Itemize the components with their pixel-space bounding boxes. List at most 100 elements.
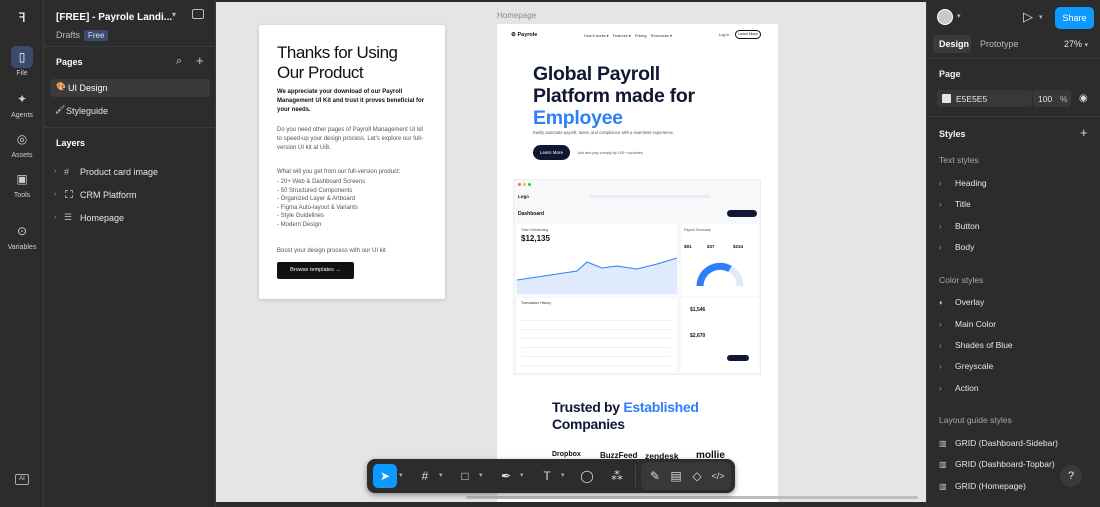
color-style-item[interactable]: › Main Color [939,316,996,332]
page-opacity-value: 100 [1038,94,1053,104]
chevron-down-icon[interactable]: ▾ [1039,13,1043,21]
help-button[interactable]: ? [1060,465,1082,487]
color-style-item[interactable]: ◐ Overlay [939,294,984,310]
sidebar-toggle-icon[interactable] [192,9,204,19]
avatar[interactable] [937,9,953,25]
chevron-right-icon: › [939,222,942,231]
list-item: - Figma Auto-layout & Variants [277,204,358,211]
actions-icon[interactable]: ⁂ [605,464,629,488]
chevron-down-icon[interactable]: ▾ [520,464,528,488]
text-style-label: Body [955,242,975,252]
login-link[interactable]: Log in [719,33,729,37]
share-button[interactable]: Share [1055,7,1094,29]
pen-tool-icon[interactable]: ✒ [494,464,518,488]
chevron-right-icon[interactable]: › [54,214,56,221]
color-style-label: Shades of Blue [955,340,1013,350]
chevron-down-icon[interactable]: ▾ [172,10,176,19]
search-icon[interactable]: ⌕ [176,55,182,68]
thanks-card[interactable]: Thanks for Using Our Product We apprecia… [259,25,445,299]
layout-style-item[interactable]: ▥ GRID (Dashboard-Sidebar) [939,435,1058,451]
file-icon: ▯ [11,46,33,68]
chevron-down-icon[interactable]: ▾ [479,464,487,488]
text-style-item[interactable]: › Heading [939,175,987,191]
rail-agents[interactable]: ✦ Agents [4,88,40,119]
eye-icon[interactable]: ◉ [1079,93,1088,104]
chevron-down-icon[interactable]: ▾ [399,464,407,488]
area-chart [517,257,677,294]
hero-cta-button[interactable]: Learn More [533,145,570,160]
drafts-link[interactable]: Drafts [56,26,80,44]
frame-tool-icon[interactable]: # [413,464,437,488]
text-style-item[interactable]: › Body [939,239,974,255]
layout-style-item[interactable]: ▥ GRID (Homepage) [939,478,1026,494]
rectangle-tool-icon[interactable]: □ [453,464,477,488]
color-styles-title: Color styles [939,275,984,285]
page-color-hex[interactable]: E5E5E5 [956,91,987,107]
text-style-item[interactable]: › Title [939,196,971,212]
page-item-styleguide[interactable]: Styleguide [66,102,108,120]
layer-item[interactable]: CRM Platform [80,186,137,204]
add-style-icon[interactable]: + [1080,125,1088,140]
play-icon[interactable]: ▷ [1023,9,1033,25]
text-tool-icon[interactable]: T [535,464,559,488]
add-page-icon[interactable]: + [196,53,204,68]
chevron-right-icon[interactable]: › [54,191,56,198]
color-style-item[interactable]: › Action [939,380,979,396]
feature-list: - 20+ Web & Dashboard Screens - 50 Struc… [277,178,365,229]
amount: $91 [684,244,692,249]
rail-assets[interactable]: ◎ Assets [4,128,40,159]
nav-pricing[interactable]: Pricing [635,34,647,38]
layout-style-label: GRID (Dashboard-Sidebar) [955,438,1058,448]
boost-text: Boost your design process with our UI ki… [277,248,386,254]
figma-logo-icon[interactable]: ꟻ [14,10,30,26]
transaction-card: Transaction History [517,298,677,372]
zoom-level[interactable]: 27% ▾ [1064,36,1088,52]
percent-sign: % [1060,94,1068,104]
rail-variables[interactable]: ⊙ Variables [4,220,40,251]
nav-how-it-works[interactable]: How it works [584,34,606,38]
list-heading: What will you get from our full-version … [277,169,401,175]
divider [927,116,1100,117]
ai-button[interactable]: AI [15,474,29,485]
dev-mode-icon[interactable]: </> [706,464,730,488]
text-style-label: Button [955,221,980,231]
browse-templates-button[interactable]: Browse templates → [277,262,354,279]
layout-style-label: GRID (Homepage) [955,481,1026,491]
toolbox-icon: ▣ [16,172,28,186]
chevron-down-icon[interactable]: ▾ [957,12,961,20]
chevron-down-icon: ▾ [628,34,631,38]
layer-item[interactable]: Product card image [80,163,158,181]
amount: $37 [707,244,715,249]
move-tool-icon[interactable]: ➤ [373,464,397,488]
rail-file[interactable]: ▯ File [4,46,40,77]
chevron-right-icon[interactable]: › [54,168,56,175]
frame-label[interactable]: Homepage [497,11,536,20]
list-item: - 20+ Web & Dashboard Screens [277,179,366,185]
list-item: - Style Guidelines [277,213,325,219]
color-style-item[interactable]: › Shades of Blue [939,337,1013,353]
file-title[interactable]: [FREE] - Payrole Landi... [56,9,172,27]
layout-style-item[interactable]: ▥ GRID (Dashboard-Topbar) [939,456,1055,472]
homepage-frame[interactable]: ⚙ Payrole How it works ▾ Features ▾ Pric… [497,24,778,502]
rail-tools[interactable]: ▣ Tools [4,168,40,199]
color-style-item[interactable]: › Greyscale [939,358,993,374]
plan-badge: Free [84,30,109,41]
chevron-right-icon: › [939,320,942,329]
window-dot [523,183,526,186]
chevron-right-icon: › [939,179,942,188]
nav-learn-more-button[interactable]: Learn More [735,30,761,39]
chevron-down-icon[interactable]: ▾ [439,464,447,488]
divider [44,127,216,128]
nav-features[interactable]: Features [613,34,628,38]
nav-resources[interactable]: Resources [651,34,669,38]
horizontal-scrollbar[interactable] [466,496,918,499]
layer-item[interactable]: Homepage [80,209,124,227]
canvas[interactable]: Thanks for Using Our Product We apprecia… [216,2,926,502]
chevron-down-icon[interactable]: ▾ [561,464,569,488]
trusted-accent: Established [623,399,699,415]
comment-tool-icon[interactable]: ◯ [575,464,599,488]
color-swatch[interactable] [942,94,951,103]
text-style-item[interactable]: › Button [939,218,980,234]
chevron-down-icon: ▾ [606,34,609,38]
tab-prototype[interactable]: Prototype [980,36,1019,52]
